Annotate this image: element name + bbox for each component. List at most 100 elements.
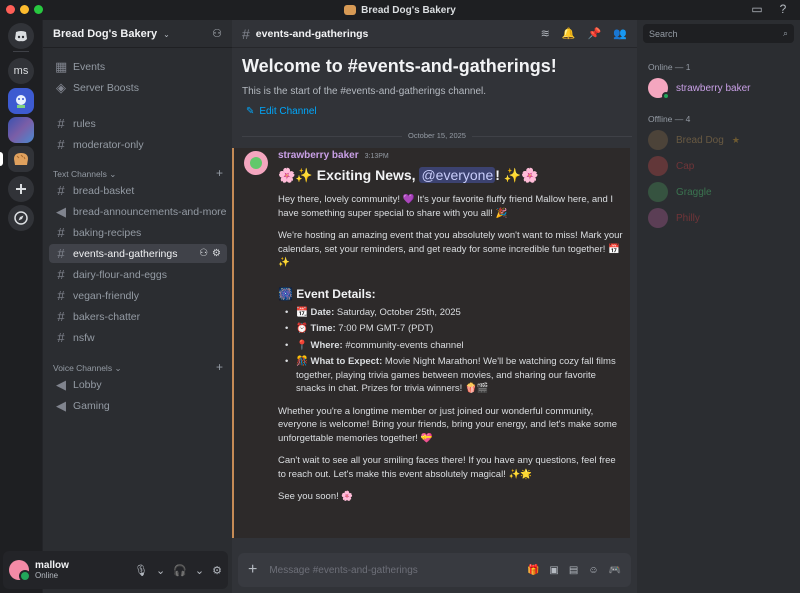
user-status: Online bbox=[35, 571, 59, 580]
event-details-heading: 🎆 Event Details: bbox=[278, 286, 376, 301]
avatar[interactable] bbox=[9, 560, 31, 582]
channel-title: events-and-gatherings bbox=[255, 27, 369, 40]
voice-channel-lobby[interactable]: ◀ Lobby bbox=[49, 375, 227, 394]
server-header[interactable]: Bread Dog's Bakery ⌄ ⚇ bbox=[43, 20, 232, 48]
chevron-down-icon: ⌄ bbox=[109, 169, 117, 179]
sidebar-item-label: Server Boosts bbox=[73, 81, 139, 94]
member-name: Cap bbox=[676, 160, 695, 172]
chevron-down-icon[interactable]: ⌄ bbox=[156, 564, 165, 577]
channel-events-and-gatherings[interactable]: # events-and-gatherings ⚇ ⚙ bbox=[49, 244, 227, 263]
message-input[interactable]: Message #events-and-gatherings bbox=[269, 565, 417, 576]
member-name: Philly bbox=[676, 212, 700, 224]
member-bread-dog[interactable]: Bread Dog ★ bbox=[648, 130, 740, 150]
detail-label: Date: bbox=[310, 306, 335, 318]
speaker-icon: ◀ bbox=[56, 376, 66, 392]
emoji-icon[interactable]: ☺ bbox=[588, 565, 598, 576]
channel-label: Gaming bbox=[73, 399, 110, 412]
list-item: 📆 Date: Saturday, October 25th, 2025 bbox=[285, 306, 626, 320]
channel-moderator-only[interactable]: # moderator-only bbox=[49, 135, 227, 154]
welcome-title: Welcome to #events-and-gatherings! bbox=[242, 56, 557, 76]
microphone-icon[interactable]: 🎙 bbox=[134, 564, 148, 577]
member-list: Search ⌕ Online — 1 strawberry baker Off… bbox=[637, 20, 800, 593]
message-paragraph-1: Hey there, lovely community! 💜 It's your… bbox=[278, 194, 614, 219]
gamepad-icon[interactable]: 🎮 bbox=[609, 565, 621, 576]
channel-rules[interactable]: # rules bbox=[49, 114, 227, 133]
category-text-channels[interactable]: Text Channels ⌄ + bbox=[53, 167, 223, 180]
inbox-icon[interactable]: ▭ bbox=[750, 2, 764, 16]
channel-label: bread-basket bbox=[73, 184, 135, 197]
gear-icon[interactable]: ⚙ bbox=[212, 564, 222, 577]
message-heading: 🌸✨ Exciting News, @everyone! ✨🌸 bbox=[278, 167, 626, 184]
help-icon[interactable]: ? bbox=[776, 2, 790, 16]
member-philly[interactable]: Philly bbox=[648, 208, 700, 228]
channel-sidebar: Bread Dog's Bakery ⌄ ⚇ ▦ Events ◈ Server… bbox=[42, 20, 232, 593]
server-pixel-art[interactable] bbox=[8, 117, 34, 143]
edit-channel-link[interactable]: ✎ Edit Channel bbox=[246, 106, 317, 117]
channel-header: # events-and-gatherings ≋ 🔔 📌 👥 bbox=[232, 20, 637, 48]
search-input[interactable]: Search ⌕ bbox=[643, 24, 794, 43]
channel-bread-basket[interactable]: # bread-basket bbox=[49, 181, 227, 200]
sidebar-item-label: Events bbox=[73, 60, 106, 73]
character-icon bbox=[16, 95, 26, 108]
message[interactable]: strawberry baker 3:13PM 🌸✨ Exciting News… bbox=[232, 148, 630, 538]
everyone-mention[interactable]: @everyone bbox=[419, 167, 496, 183]
gear-icon[interactable]: ⚙ bbox=[212, 248, 221, 259]
sticker-icon[interactable]: ▤ bbox=[569, 565, 578, 576]
close-window-button[interactable] bbox=[6, 5, 15, 14]
heading-text-end: ! ✨🌸 bbox=[495, 167, 539, 183]
minimize-window-button[interactable] bbox=[20, 5, 29, 14]
channel-baking-recipes[interactable]: # baking-recipes bbox=[49, 223, 227, 242]
channel-welcome: Welcome to #events-and-gatherings! This … bbox=[242, 56, 557, 97]
channel-bread-announcements-and-more[interactable]: ◀ bread-announcements-and-more bbox=[49, 202, 227, 221]
message-author[interactable]: strawberry baker bbox=[278, 150, 359, 161]
attach-plus-icon[interactable]: + bbox=[248, 561, 257, 579]
alarm-clock-icon: ⏰ bbox=[296, 323, 308, 334]
zoom-window-button[interactable] bbox=[34, 5, 43, 14]
chevron-down-icon[interactable]: ⌄ bbox=[195, 564, 204, 577]
server-bread-dogs-bakery[interactable] bbox=[8, 146, 34, 172]
invite-icon[interactable]: ⚇ bbox=[199, 248, 208, 259]
direct-messages-button[interactable] bbox=[8, 23, 34, 49]
threads-icon[interactable]: ≋ bbox=[541, 27, 550, 40]
member-name: Graggle bbox=[676, 186, 712, 198]
channel-bakers-chatter[interactable]: # bakers-chatter bbox=[49, 307, 227, 326]
create-channel-button[interactable]: + bbox=[216, 361, 223, 374]
server-blue-character[interactable] bbox=[8, 88, 34, 114]
server-ms[interactable]: ms bbox=[8, 58, 34, 84]
chevron-down-icon: ⌄ bbox=[163, 29, 170, 39]
server-ms-label: ms bbox=[13, 65, 29, 77]
add-member-icon[interactable]: ⚇ bbox=[212, 27, 222, 40]
channel-dairy-flour-and-eggs[interactable]: # dairy-flour-and-eggs bbox=[49, 265, 227, 284]
member-graggle[interactable]: Graggle bbox=[648, 182, 712, 202]
window-title-text: Bread Dog's Bakery bbox=[361, 4, 456, 16]
add-server-button[interactable] bbox=[8, 176, 34, 202]
message-avatar[interactable] bbox=[244, 151, 268, 175]
create-channel-button[interactable]: + bbox=[216, 167, 223, 180]
member-name: strawberry baker bbox=[676, 82, 751, 94]
channel-nsfw[interactable]: # nsfw bbox=[49, 328, 227, 347]
gift-icon[interactable]: 🎁 bbox=[527, 565, 539, 576]
discover-button[interactable] bbox=[8, 205, 34, 231]
headphones-icon[interactable]: 🎧 bbox=[173, 564, 187, 577]
server-name: Bread Dog's Bakery bbox=[53, 27, 158, 40]
edit-channel-label: Edit Channel bbox=[259, 106, 317, 117]
member-name: Bread Dog bbox=[676, 134, 724, 146]
category-voice-channels[interactable]: Voice Channels ⌄ + bbox=[53, 361, 223, 374]
member-cap[interactable]: Cap bbox=[648, 156, 694, 176]
message-timestamp: 3:13PM bbox=[364, 153, 389, 160]
sidebar-item-events[interactable]: ▦ Events bbox=[49, 57, 227, 76]
channel-vegan-friendly[interactable]: # vegan-friendly bbox=[49, 286, 227, 305]
location-pin-icon: 📍 bbox=[296, 339, 308, 351]
voice-channel-gaming[interactable]: ◀ Gaming bbox=[49, 396, 227, 415]
server-list: ms bbox=[0, 20, 42, 593]
hash-icon: # bbox=[57, 137, 65, 152]
gif-icon[interactable]: ▣ bbox=[549, 565, 558, 576]
message-composer[interactable]: + Message #events-and-gatherings 🎁 ▣ ▤ ☺… bbox=[238, 553, 631, 587]
message-paragraph-3: Whether you're a longtime member or just… bbox=[278, 405, 618, 444]
sidebar-item-server-boosts[interactable]: ◈ Server Boosts bbox=[49, 78, 227, 97]
members-icon[interactable]: 👥 bbox=[613, 27, 627, 40]
pin-icon[interactable]: 📌 bbox=[588, 27, 602, 40]
bell-icon[interactable]: 🔔 bbox=[562, 27, 576, 40]
offline-section-label: Offline — 4 bbox=[648, 114, 691, 124]
member-strawberry-baker[interactable]: strawberry baker bbox=[648, 78, 751, 100]
